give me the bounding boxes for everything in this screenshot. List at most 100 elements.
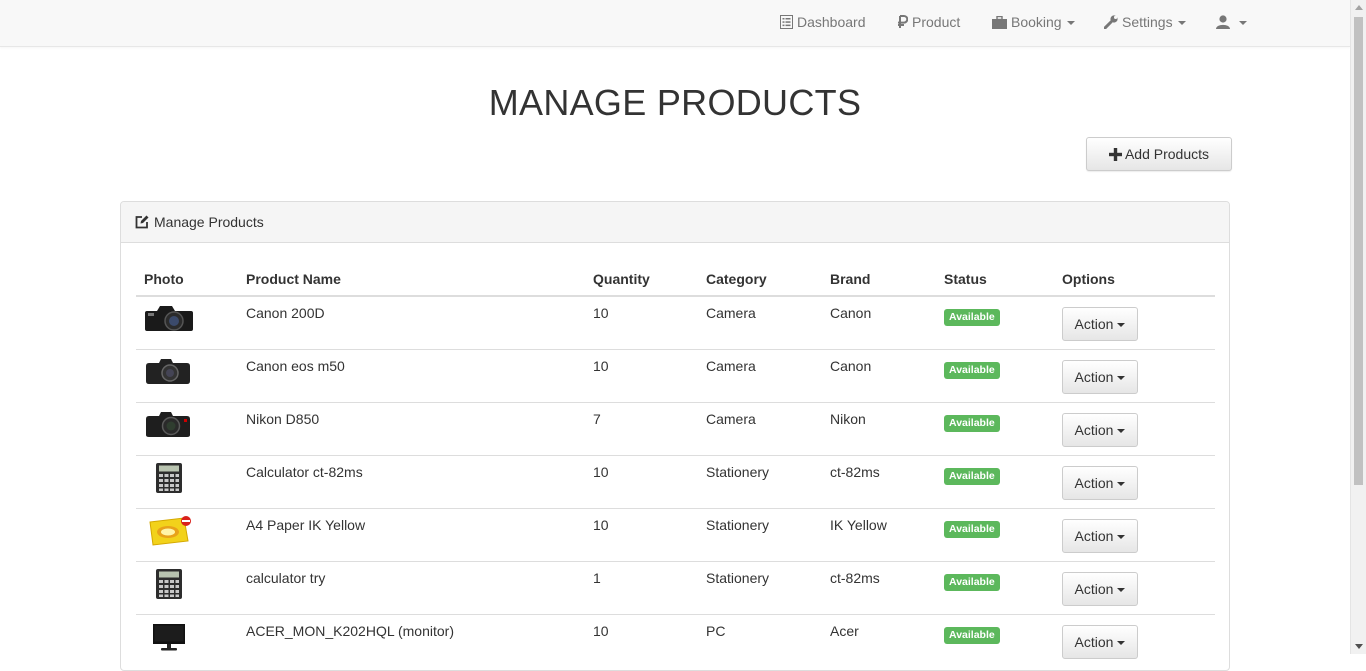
add-products-label: Add Products (1124, 146, 1210, 162)
chevron-down-icon (1117, 323, 1126, 328)
quantity-cell: 10 (585, 295, 698, 350)
column-header-brand[interactable]: Brand (822, 262, 936, 297)
action-label: Action (1074, 634, 1114, 650)
chevron-down-icon (1117, 588, 1126, 593)
column-header-options[interactable]: Options (1054, 262, 1215, 297)
status-badge: Available (944, 574, 1000, 591)
chevron-down-icon (1177, 21, 1186, 26)
action-label: Action (1074, 475, 1114, 491)
brand-cell: Canon (822, 295, 936, 350)
product-name-cell: ACER_MON_K202HQL (monitor) (238, 614, 585, 667)
quantity-cell: 10 (585, 455, 698, 509)
category-cell: Camera (698, 349, 822, 403)
table-row: Nikon D850 7 Camera Nikon Available Acti… (136, 402, 1215, 456)
panel-heading: Manage Products (121, 202, 1229, 243)
add-products-button[interactable]: Add Products (1086, 137, 1232, 171)
table-row: A4 Paper IK Yellow 10 Stationery IK Yell… (136, 508, 1215, 562)
brand-cell: Canon (822, 349, 936, 403)
product-name-cell: Canon 200D (238, 295, 585, 350)
table-header-row: Photo Product Name Quantity Category Bra… (136, 262, 1215, 297)
wrench-icon (1103, 15, 1118, 30)
action-dropdown-button[interactable]: Action (1062, 572, 1138, 606)
plus-icon (1108, 148, 1122, 161)
quantity-cell: 10 (585, 508, 698, 562)
product-name-cell: Nikon D850 (238, 402, 585, 456)
scroll-up-arrow-icon[interactable] (1355, 5, 1363, 10)
paper-ream-icon (149, 516, 191, 546)
category-cell: Stationery (698, 561, 822, 615)
calculator-icon (156, 569, 182, 599)
action-label: Action (1074, 316, 1114, 332)
action-dropdown-button[interactable]: Action (1062, 519, 1138, 553)
table-row: Calculator ct-82ms 10 Stationery ct-82ms… (136, 455, 1215, 509)
product-name-cell: A4 Paper IK Yellow (238, 508, 585, 562)
chevron-down-icon (1117, 535, 1126, 540)
panel-heading-label: Manage Products (154, 214, 264, 230)
camera-black-icon (146, 359, 190, 384)
briefcase-icon (992, 15, 1007, 29)
product-name-cell: Calculator ct-82ms (238, 455, 585, 509)
column-header-category[interactable]: Category (698, 262, 822, 297)
chevron-down-icon (1117, 641, 1126, 646)
nav-booking-label: Booking (1011, 14, 1062, 30)
quantity-cell: 7 (585, 402, 698, 456)
edit-icon (135, 215, 149, 229)
table-row: Canon eos m50 10 Camera Canon Available … (136, 349, 1215, 403)
status-badge: Available (944, 362, 1000, 379)
nav-dashboard-label: Dashboard (797, 14, 866, 30)
action-label: Action (1074, 369, 1114, 385)
table-row: Canon 200D 10 Camera Canon Available Act… (136, 295, 1215, 350)
user-icon (1216, 15, 1230, 29)
chevron-down-icon (1117, 376, 1126, 381)
table-row: calculator try 1 Stationery ct-82ms Avai… (136, 561, 1215, 615)
brand-cell: ct-82ms (822, 561, 936, 615)
action-label: Action (1074, 422, 1114, 438)
monitor-icon (153, 624, 185, 651)
action-dropdown-button[interactable]: Action (1062, 413, 1138, 447)
nav-settings-label: Settings (1122, 14, 1173, 30)
nav-settings[interactable]: Settings (1103, 0, 1186, 44)
action-dropdown-button[interactable]: Action (1062, 466, 1138, 500)
action-dropdown-button[interactable]: Action (1062, 360, 1138, 394)
scroll-down-arrow-icon[interactable] (1355, 644, 1363, 649)
quantity-cell: 10 (585, 614, 698, 667)
nav-booking[interactable]: Booking (992, 0, 1075, 44)
action-label: Action (1074, 528, 1114, 544)
scrollbar-thumb[interactable] (1354, 17, 1363, 485)
chevron-down-icon (1117, 429, 1126, 434)
manage-products-panel: Manage Products Photo Product Name Quant… (120, 201, 1230, 671)
quantity-cell: 10 (585, 349, 698, 403)
top-navbar: Dashboard Product Booking Settings (0, 0, 1350, 47)
brand-cell: IK Yellow (822, 508, 936, 562)
column-header-status[interactable]: Status (936, 262, 1054, 297)
camera-black-icon (146, 412, 190, 437)
category-cell: Stationery (698, 508, 822, 562)
nav-dashboard[interactable]: Dashboard (780, 0, 866, 44)
nav-product-label: Product (912, 14, 961, 30)
list-alt-icon (780, 15, 793, 29)
nav-product[interactable]: Product (897, 0, 960, 44)
brand-cell: ct-82ms (822, 455, 936, 509)
brand-cell: Nikon (822, 402, 936, 456)
quantity-cell: 1 (585, 561, 698, 615)
nav-user-menu[interactable] (1216, 0, 1247, 44)
status-badge: Available (944, 627, 1000, 644)
status-badge: Available (944, 468, 1000, 485)
product-name-cell: calculator try (238, 561, 585, 615)
column-header-photo[interactable]: Photo (136, 262, 238, 297)
product-name-cell: Canon eos m50 (238, 349, 585, 403)
action-dropdown-button[interactable]: Action (1062, 307, 1138, 341)
column-header-quantity[interactable]: Quantity (585, 262, 698, 297)
category-cell: PC (698, 614, 822, 667)
column-header-product-name[interactable]: Product Name (238, 262, 585, 297)
brand-cell: Acer (822, 614, 936, 667)
status-badge: Available (944, 415, 1000, 432)
table-row: ACER_MON_K202HQL (monitor) 10 PC Acer Av… (136, 614, 1215, 667)
category-cell: Camera (698, 295, 822, 350)
vertical-scrollbar[interactable] (1350, 0, 1366, 654)
page-title: MANAGE PRODUCTS (488, 82, 862, 123)
products-table: Photo Product Name Quantity Category Bra… (136, 262, 1215, 667)
category-cell: Camera (698, 402, 822, 456)
camera-black-icon (145, 306, 193, 331)
category-cell: Stationery (698, 455, 822, 509)
